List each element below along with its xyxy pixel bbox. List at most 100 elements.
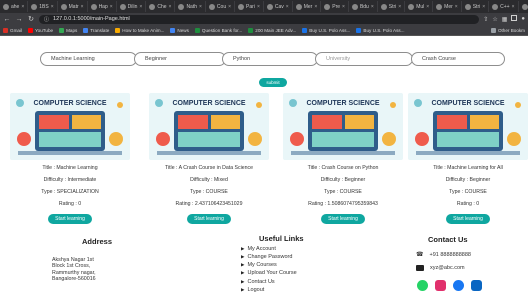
reload-icon[interactable]: ↻ [27, 15, 35, 23]
browser-tab[interactable]: Dilin × [117, 1, 147, 12]
profile-icon[interactable]: ● [521, 16, 525, 22]
linkedin-icon[interactable] [471, 280, 482, 291]
bookmark-item[interactable]: 200 Main JEE Adv... [248, 27, 296, 33]
useful-link-item[interactable]: ▶ Upload Your Course [241, 270, 297, 276]
search-filters: Machine Learning Beginner Python Univers… [0, 52, 528, 66]
tab-close-icon[interactable]: × [342, 4, 345, 10]
tab-favicon-icon [119, 3, 126, 10]
tab-close-icon[interactable]: × [398, 4, 401, 10]
back-arrow-icon[interactable]: ← [3, 16, 11, 23]
useful-link-label: Contact Us [247, 279, 275, 285]
useful-link-item[interactable]: ▶ Change Password [241, 254, 292, 260]
browser-tab[interactable]: Nath × [175, 1, 206, 12]
tab-close-icon[interactable]: × [21, 4, 24, 10]
tab-close-icon[interactable]: × [139, 4, 142, 10]
bullet-triangle-icon: ▶ [241, 254, 245, 259]
useful-link-item[interactable]: ▶ My Courses [241, 262, 277, 268]
browser-tab[interactable]: Stri × [462, 1, 490, 12]
search-field-difficulty[interactable]: Beginner [134, 52, 226, 66]
browser-tab[interactable]: Mer × [293, 1, 322, 12]
browser-tab[interactable]: Pre × [321, 1, 349, 12]
search-field-organization[interactable]: University [315, 52, 413, 66]
extensions-icon[interactable]: ▦ [502, 16, 508, 23]
browser-tab[interactable]: 1BS × [28, 1, 58, 12]
start-learning-button[interactable]: Start learning [321, 214, 365, 224]
submit-button[interactable]: submit [259, 78, 287, 87]
other-bookmarks[interactable]: Other Bookm [490, 27, 525, 33]
tab-close-icon[interactable]: × [169, 4, 172, 10]
tab-favicon-icon [464, 3, 471, 10]
browser-tab[interactable]: Mul × [405, 1, 434, 12]
course-difficulty: Difficulty : Mixed [190, 177, 228, 183]
bookmark-favicon-icon [59, 27, 65, 33]
tab-favicon-icon [60, 3, 67, 10]
browser-tab[interactable]: Che × [146, 1, 176, 12]
sidebar-icon[interactable] [511, 15, 518, 23]
bookmark-label: News [177, 27, 189, 33]
tab-close-icon[interactable]: × [81, 4, 84, 10]
facebook-icon[interactable] [453, 280, 464, 291]
browser-tab[interactable]: C++ × [489, 1, 519, 12]
bookmark-item[interactable]: Translate [83, 27, 109, 33]
bookmark-item[interactable]: Buy U.S. Polo Ass... [302, 27, 350, 33]
browser-tab[interactable]: Pari × [235, 1, 264, 12]
info-icon[interactable]: ⓘ [44, 16, 49, 23]
address-bar[interactable]: ⓘ 127.0.0.1:5000/main-Page.html [39, 14, 480, 24]
useful-link-item[interactable]: ▶ My Account [241, 246, 276, 252]
browser-tab[interactable]: Stri × [378, 1, 406, 12]
tab-close-icon[interactable]: × [286, 4, 289, 10]
browser-tab[interactable]: Mer × [433, 1, 462, 12]
instagram-icon[interactable] [435, 280, 446, 291]
bookmark-item[interactable]: Question Bank for... [194, 27, 242, 33]
whatsapp-icon[interactable] [417, 280, 428, 291]
browser-tab[interactable]: ahe × [0, 1, 29, 12]
tab-label: Pari [246, 3, 255, 10]
tab-close-icon[interactable]: × [228, 4, 231, 10]
browser-tab[interactable]: Gr× [519, 1, 528, 12]
bookmark-favicon-icon [83, 27, 89, 33]
course-title: Title : Crash Course on Python [307, 165, 379, 171]
useful-link-item[interactable]: ▶ Contact Us [241, 279, 275, 285]
tab-close-icon[interactable]: × [257, 4, 260, 10]
bookmark-item[interactable]: YouTube [28, 27, 53, 33]
tab-close-icon[interactable]: × [455, 4, 458, 10]
tab-close-icon[interactable]: × [51, 4, 54, 10]
tab-close-icon[interactable]: × [371, 4, 374, 10]
tab-favicon-icon [295, 3, 302, 10]
start-learning-button[interactable]: Start learning [48, 214, 92, 224]
share-icon[interactable]: ⇧ [483, 16, 488, 23]
tab-close-icon[interactable]: × [512, 4, 515, 10]
browser-tab[interactable]: Cou × [206, 1, 236, 12]
course-card: COMPUTER SCIENCE Title : A Crash Course i… [149, 93, 269, 225]
search-field-subject[interactable]: Machine Learning [40, 52, 137, 66]
browser-tab[interactable]: Cav × [264, 1, 293, 12]
phone-number: +91 8888888888 [429, 251, 471, 258]
bookmark-item[interactable]: Buy U.S. Polo Ass... [356, 27, 405, 33]
tab-close-icon[interactable]: × [199, 4, 202, 10]
useful-link-item[interactable]: ▶ Logout [241, 287, 264, 293]
bookmark-item[interactable]: Maps [59, 27, 77, 33]
search-field-language[interactable]: Python [222, 52, 318, 66]
bookmark-favicon-icon [302, 27, 308, 33]
bookmark-item[interactable]: Gmail [3, 27, 22, 33]
tab-close-icon[interactable]: × [110, 4, 113, 10]
browser-tab[interactable]: Hap × [88, 1, 117, 12]
search-field-type[interactable]: Crash Course [411, 52, 505, 66]
tab-label: 1BS [39, 3, 49, 10]
start-learning-button[interactable]: Start learning [187, 214, 231, 224]
bookmark-item[interactable]: How to Make Anim... [115, 27, 164, 33]
tab-favicon-icon [408, 3, 415, 10]
start-learning-button[interactable]: Start learning [446, 214, 490, 224]
browser-toolbar: ← → ↻ ⓘ 127.0.0.1:5000/main-Page.html ⇧ … [0, 13, 528, 25]
tab-close-icon[interactable]: × [426, 4, 429, 10]
browser-tab[interactable]: Matr × [58, 1, 88, 12]
tab-favicon-icon [351, 3, 358, 10]
bookmark-item[interactable]: News [170, 27, 189, 33]
browser-tab[interactable]: Bdu × [349, 1, 378, 12]
useful-link-label: Upload Your Course [247, 270, 297, 276]
star-icon[interactable]: ☆ [492, 16, 497, 23]
tab-label: Bdu [359, 3, 369, 10]
forward-arrow-icon[interactable]: → [15, 16, 23, 23]
tab-close-icon[interactable]: × [482, 4, 485, 10]
tab-close-icon[interactable]: × [314, 4, 317, 10]
